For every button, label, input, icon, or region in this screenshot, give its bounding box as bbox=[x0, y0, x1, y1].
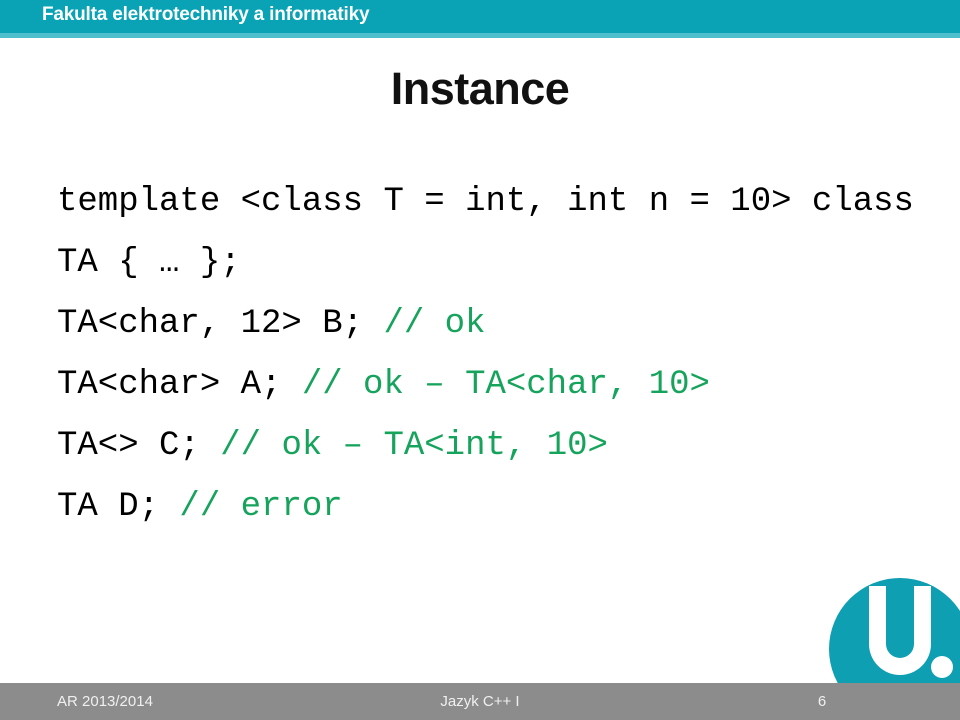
code-line: TA<char> A; // ok – TA<char, 10> bbox=[57, 355, 927, 416]
code-line: template <class T = int, int n = 10> cla… bbox=[57, 172, 927, 294]
code-line: TA<char, 12> B; // ok bbox=[57, 294, 927, 355]
code-text: template <class T = int, int n = 10> cla… bbox=[57, 183, 935, 282]
header-accent-strip bbox=[0, 33, 960, 38]
faculty-title: Fakulta elektrotechniky a informatiky bbox=[42, 4, 370, 25]
code-comment: // ok bbox=[383, 305, 486, 343]
code-text: TA<> C; bbox=[57, 427, 221, 465]
footer-page-number: 6 bbox=[817, 693, 827, 710]
code-line: TA<> C; // ok – TA<int, 10> bbox=[57, 416, 927, 477]
logo-dot-large bbox=[931, 656, 953, 678]
code-text: TA<char> A; bbox=[57, 366, 302, 404]
code-comment: // ok – TA<char, 10> bbox=[301, 366, 710, 404]
code-comment: // ok – TA<int, 10> bbox=[220, 427, 608, 465]
code-comment: // error bbox=[179, 488, 343, 526]
code-block: template <class T = int, int n = 10> cla… bbox=[57, 172, 927, 538]
code-text: TA D; bbox=[57, 488, 180, 526]
code-text: TA<char, 12> B; bbox=[57, 305, 384, 343]
code-line: TA D; // error bbox=[57, 477, 927, 538]
page-title: Instance bbox=[390, 63, 570, 114]
